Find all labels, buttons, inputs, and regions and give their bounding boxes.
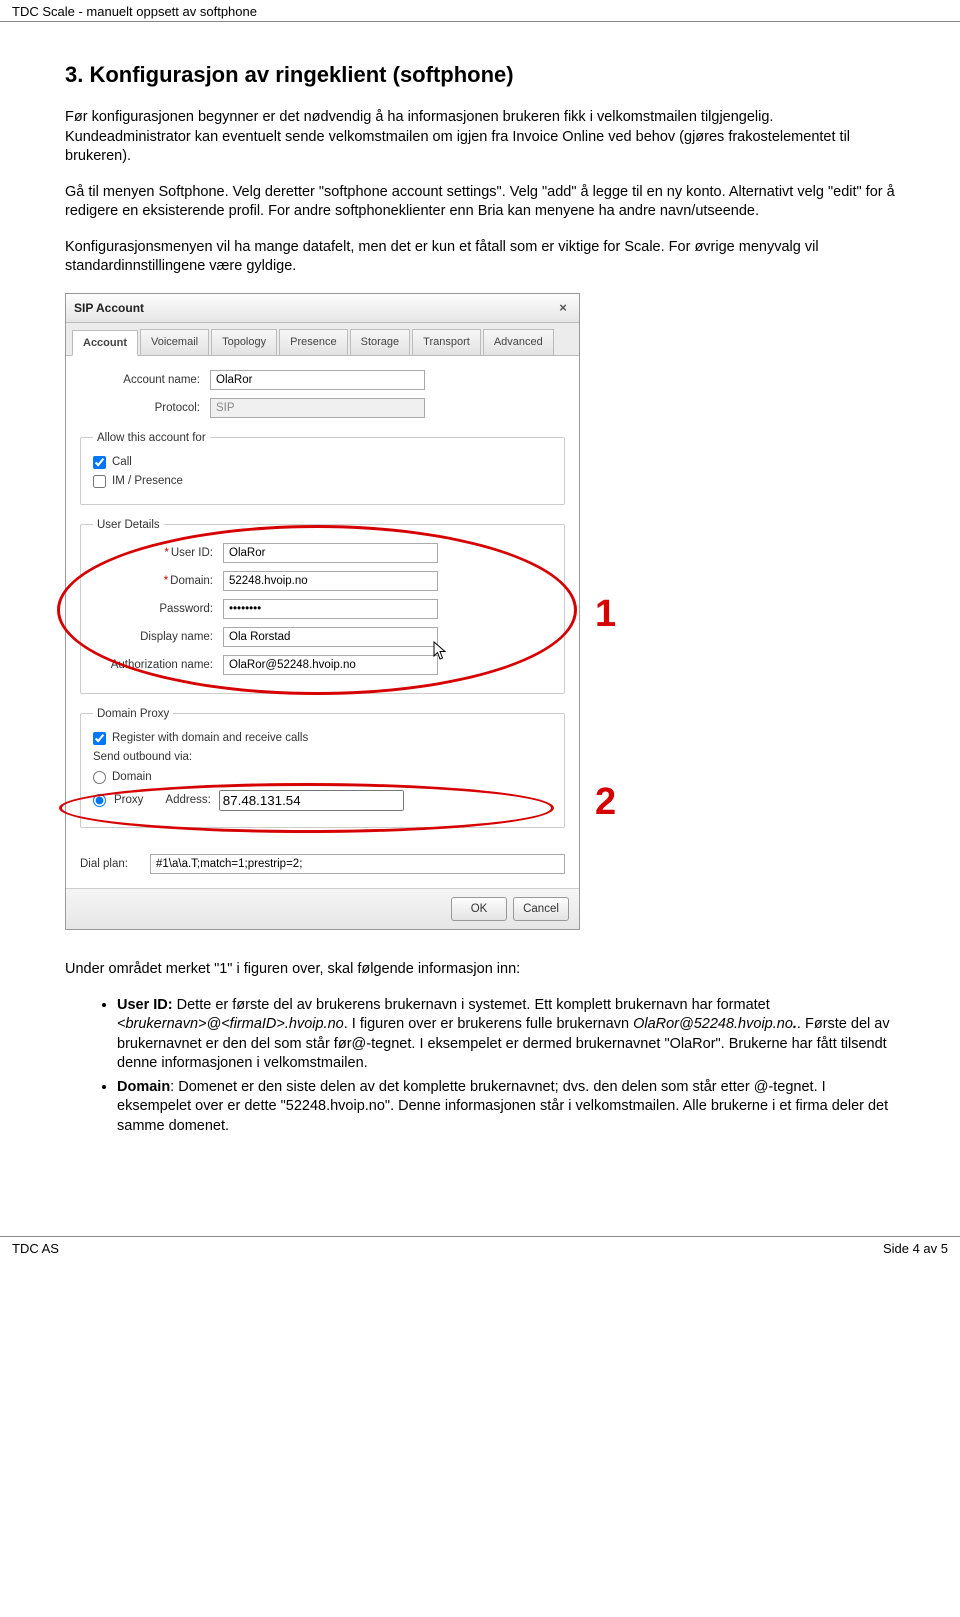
legend-proxy: Domain Proxy: [93, 708, 173, 720]
tab-transport[interactable]: Transport: [412, 329, 481, 355]
ok-button[interactable]: OK: [451, 897, 507, 921]
close-icon[interactable]: ×: [555, 300, 571, 316]
dialog-titlebar: SIP Account ×: [66, 294, 579, 323]
sip-account-dialog: SIP Account × Account Voicemail Topology…: [65, 293, 580, 930]
running-header: TDC Scale - manuelt oppsett av softphone: [0, 0, 960, 22]
intro-para-1: Før konfigurasjonen begynner er det nødv…: [65, 108, 895, 167]
tab-account[interactable]: Account: [72, 330, 138, 356]
label-dial-plan: Dial plan:: [80, 858, 140, 870]
group-allow: Allow this account for Call IM / Presenc…: [80, 432, 565, 505]
list-item-user-id: User ID: Dette er første del av brukeren…: [117, 996, 895, 1074]
legend-user: User Details: [93, 519, 164, 531]
input-user-id[interactable]: [223, 543, 438, 563]
input-protocol: [210, 398, 425, 418]
label-account-name: Account name:: [80, 374, 210, 386]
dialog-footer: OK Cancel: [66, 888, 579, 929]
input-proxy-address[interactable]: [219, 790, 404, 811]
input-password[interactable]: [223, 599, 438, 619]
label-protocol: Protocol:: [80, 402, 210, 414]
input-domain[interactable]: [223, 571, 438, 591]
label-send-outbound: Send outbound via:: [93, 751, 552, 763]
checkbox-register[interactable]: [93, 732, 106, 745]
label-proxy-address: Address:: [165, 794, 210, 806]
dialog-title: SIP Account: [74, 301, 144, 315]
instruction-list: User ID: Dette er første del av brukeren…: [65, 996, 895, 1137]
radio-proxy[interactable]: [93, 794, 106, 807]
list-item-domain: Domain: Domenet er den siste delen av de…: [117, 1078, 895, 1137]
tab-advanced[interactable]: Advanced: [483, 329, 554, 355]
dialog-screenshot: SIP Account × Account Voicemail Topology…: [65, 293, 620, 930]
input-account-name[interactable]: [210, 370, 425, 390]
label-opt-domain: Domain: [112, 771, 152, 783]
label-call: Call: [112, 456, 132, 468]
check-im-row: IM / Presence: [93, 475, 552, 488]
group-domain-proxy: Domain Proxy Register with domain and re…: [80, 708, 565, 828]
checkbox-im[interactable]: [93, 475, 106, 488]
section-title: 3. Konfigurasjon av ringeklient (softpho…: [65, 62, 895, 88]
label-password: Password:: [93, 603, 223, 615]
tab-voicemail[interactable]: Voicemail: [140, 329, 209, 355]
input-dial-plan[interactable]: [150, 854, 565, 874]
running-title: TDC Scale - manuelt oppsett av softphone: [12, 4, 257, 19]
dialog-body: Account name: Protocol: Allow this accou…: [66, 356, 579, 846]
label-im: IM / Presence: [112, 475, 183, 487]
page-content: 3. Konfigurasjon av ringeklient (softpho…: [0, 22, 960, 1176]
group-user-details: User Details *User ID: *Domain: Password…: [80, 519, 565, 694]
intro-para-2: Gå til menyen Softphone. Velg deretter "…: [65, 183, 895, 222]
annotation-number-1: 1: [595, 593, 616, 636]
intro-para-3: Konfigurasjonsmenyen vil ha mange datafe…: [65, 238, 895, 277]
label-display-name: Display name:: [93, 631, 223, 643]
cancel-button[interactable]: Cancel: [513, 897, 569, 921]
checkbox-call[interactable]: [93, 456, 106, 469]
row-account-name: Account name:: [80, 370, 565, 390]
li1-label: User ID:: [117, 997, 173, 1013]
label-opt-proxy: Proxy: [114, 794, 143, 806]
label-user-id: User ID:: [171, 547, 213, 559]
legend-allow: Allow this account for: [93, 432, 210, 444]
row-dial-plan: Dial plan:: [66, 846, 579, 888]
footer-left: TDC AS: [12, 1241, 59, 1256]
post-intro: Under området merket "1" i figuren over,…: [65, 960, 895, 980]
input-display-name[interactable]: [223, 627, 438, 647]
tab-storage[interactable]: Storage: [350, 329, 411, 355]
footer-right: Side 4 av 5: [883, 1241, 948, 1256]
row-protocol: Protocol:: [80, 398, 565, 418]
li2-label: Domain: [117, 1079, 170, 1095]
check-call-row: Call: [93, 456, 552, 469]
label-auth-name: Authorization name:: [93, 659, 223, 671]
annotation-number-2: 2: [595, 781, 616, 824]
label-domain: Domain:: [170, 575, 213, 587]
radio-domain[interactable]: [93, 771, 106, 784]
tab-presence[interactable]: Presence: [279, 329, 347, 355]
label-register: Register with domain and receive calls: [112, 732, 308, 744]
page-footer: TDC AS Side 4 av 5: [0, 1236, 960, 1260]
input-auth-name[interactable]: [223, 655, 438, 675]
tab-topology[interactable]: Topology: [211, 329, 277, 355]
dialog-tabs: Account Voicemail Topology Presence Stor…: [66, 323, 579, 356]
